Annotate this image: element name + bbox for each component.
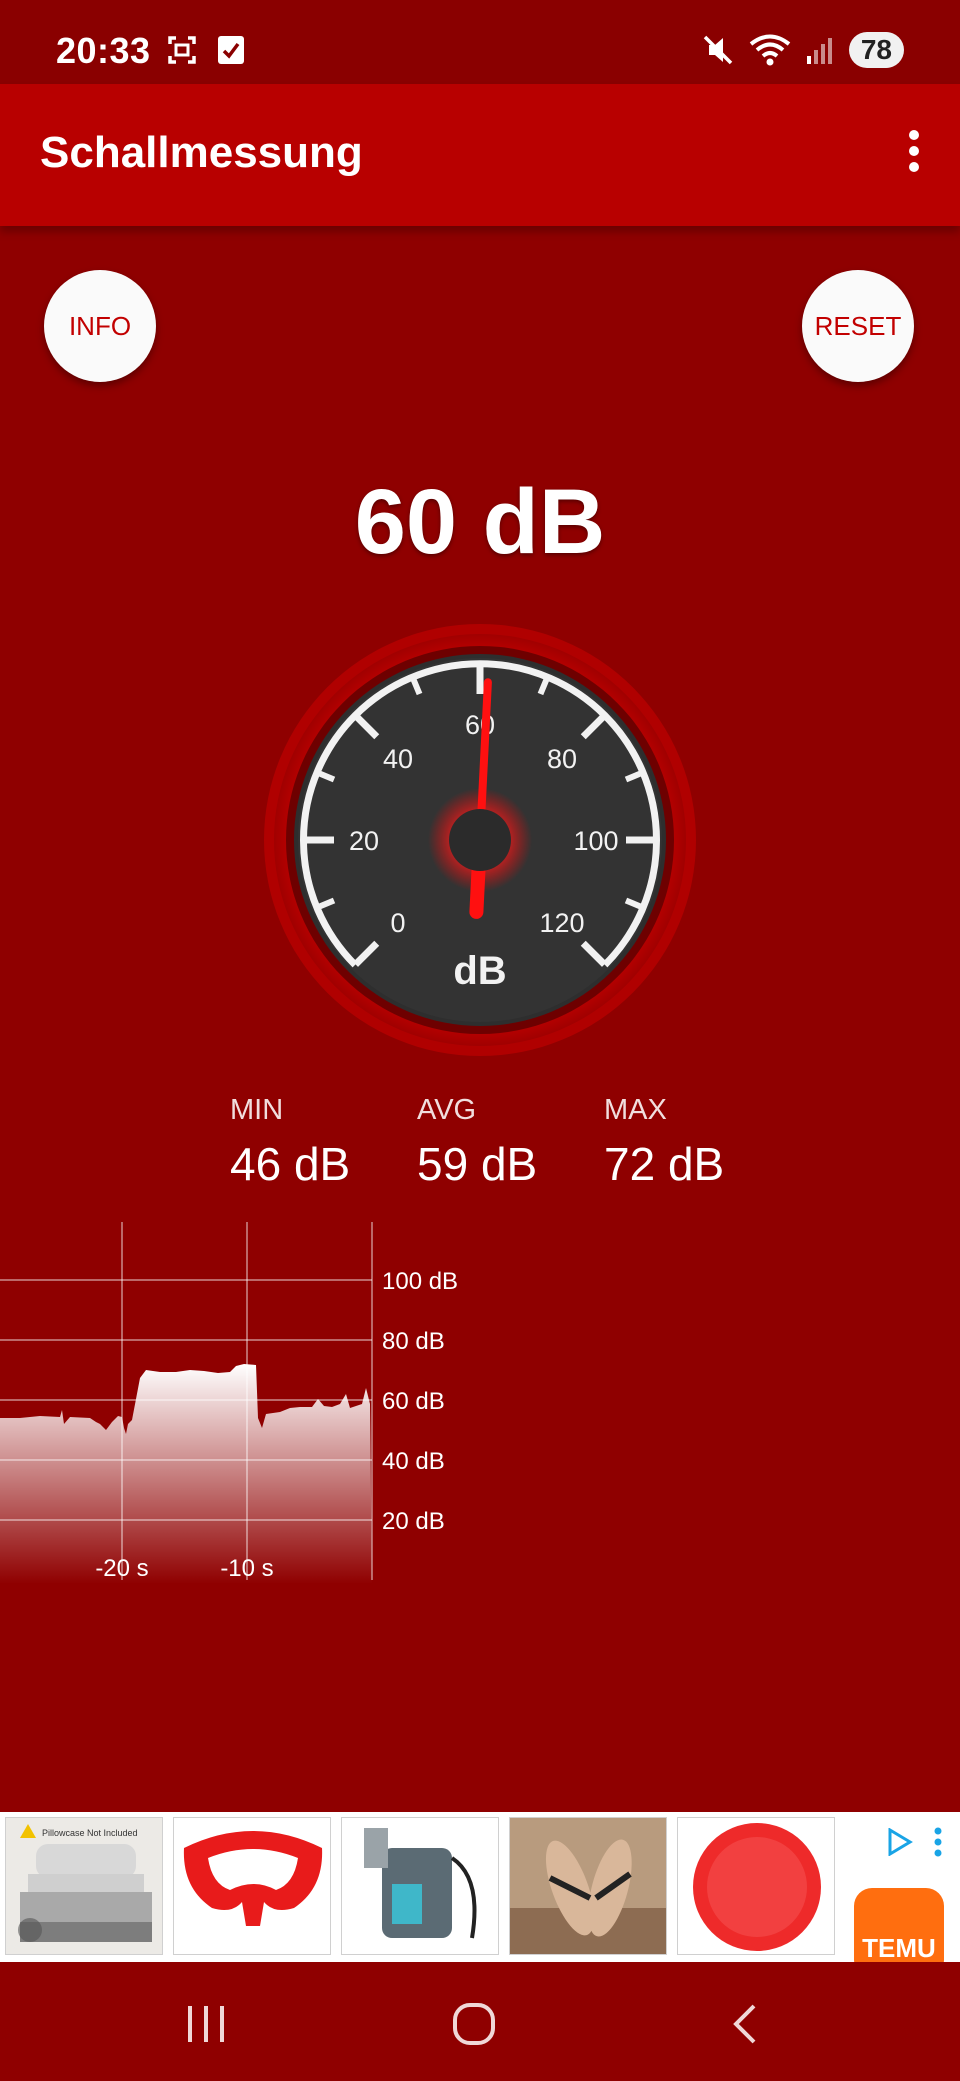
status-time: 20:33 (56, 30, 151, 71)
x-axis-label-20s: -20 s (95, 1555, 148, 1582)
ad-item-sandals[interactable] (509, 1817, 667, 1955)
sound-level-gauge: 0 20 40 60 80 100 120 dB (264, 624, 696, 1056)
gauge-scale-label: 60 (465, 710, 495, 740)
x-axis-label-10s: -10 s (220, 1555, 273, 1582)
status-bar: 20:33 78 (0, 0, 960, 84)
stat-max-label: MAX (604, 1094, 667, 1126)
recent-apps-icon[interactable] (184, 2004, 228, 2044)
wifi-icon (749, 34, 791, 66)
battery-badge: 78 (848, 32, 904, 68)
app-bar: Schallmessung (0, 84, 960, 226)
bed-ad-image: Pillowcase Not Included (6, 1818, 162, 1954)
ad-menu-icon[interactable] (930, 1826, 946, 1858)
temu-logo-text: TEMU (862, 1933, 936, 1963)
gauge-scale-label: 80 (547, 744, 577, 774)
ad-item-bed-caption: Pillowcase Not Included (42, 1828, 138, 1838)
gauge-scale-label: 20 (349, 826, 379, 856)
y-axis-label-80: 80 dB (382, 1328, 445, 1355)
ad-item-cleaner[interactable] (341, 1817, 499, 1955)
back-icon[interactable] (728, 2002, 760, 2046)
sandals-ad-image (510, 1818, 666, 1954)
frisbee-ad-image (693, 1823, 821, 1951)
stat-max-value: 72 dB (604, 1138, 725, 1190)
signal-icon (806, 38, 832, 64)
y-axis-label-40: 40 dB (382, 1448, 445, 1475)
history-area (0, 1364, 372, 1584)
reset-button[interactable]: RESET (802, 270, 914, 382)
home-icon[interactable] (452, 2002, 496, 2046)
vr-cover-ad-image (183, 1831, 323, 1926)
current-db-reading: 60 dB (354, 471, 606, 573)
stat-min-value: 46 dB (230, 1138, 351, 1190)
task-check-icon (218, 36, 244, 64)
ad-choices-icon[interactable] (886, 1828, 914, 1856)
overflow-menu-icon[interactable] (904, 130, 924, 180)
gauge-scale-label: 120 (539, 908, 584, 938)
gauge-unit-label: dB (453, 949, 506, 993)
gauge-scale-label: 0 (390, 908, 405, 938)
level-history-chart: 100 dB 80 dB 60 dB 40 dB 20 dB -20 s -10… (0, 1222, 458, 1584)
y-axis-label-60: 60 dB (382, 1388, 445, 1415)
ad-item-vr-cover[interactable] (173, 1817, 331, 1955)
stats-row: MIN 46 dB AVG 59 dB MAX 72 dB (230, 1094, 791, 1191)
app-title: Schallmessung (40, 128, 363, 177)
y-axis-label-100: 100 dB (382, 1268, 458, 1295)
screenshot-icon (168, 36, 196, 64)
cleaner-ad-image (364, 1828, 477, 1939)
ad-banner[interactable]: Pillowcase Not Included TEMU (0, 1812, 960, 1978)
mute-icon (703, 35, 733, 65)
stat-avg-label: AVG (417, 1094, 477, 1126)
y-axis-label-20: 20 dB (382, 1508, 445, 1535)
stat-min-label: MIN (230, 1094, 284, 1126)
gauge-scale-label: 40 (383, 744, 413, 774)
stat-avg: AVG 59 dB (417, 1094, 604, 1191)
gauge-scale-label: 100 (573, 826, 618, 856)
ad-item-bed[interactable]: Pillowcase Not Included (5, 1817, 163, 1955)
stat-max: MAX 72 dB (604, 1094, 791, 1191)
info-button[interactable]: INFO (44, 270, 156, 382)
status-icons-right: 78 (701, 32, 904, 68)
stat-avg-value: 59 dB (417, 1138, 538, 1190)
system-nav-bar (0, 1962, 960, 2081)
stat-min: MIN 46 dB (230, 1094, 417, 1191)
status-icons-left (166, 34, 246, 66)
ad-item-frisbee[interactable] (677, 1817, 835, 1955)
